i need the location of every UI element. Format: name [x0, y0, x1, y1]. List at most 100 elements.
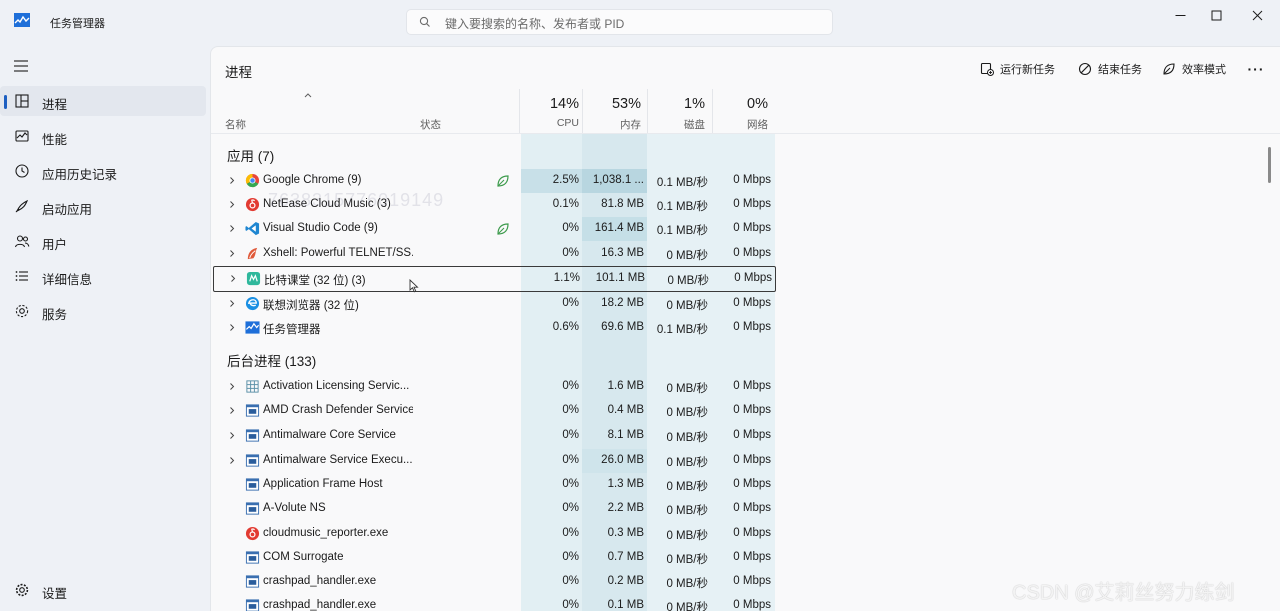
cpu-total-percent: 14%	[549, 96, 579, 112]
process-name: 任务管理器	[263, 324, 321, 336]
process-row-amd-crash-defender[interactable]: AMD Crash Defender Service 0% 0.4 MB 0 M…	[213, 399, 776, 423]
chevron-right-icon[interactable]	[228, 323, 236, 332]
window-app-icon	[245, 575, 260, 588]
disk-value: 0 MB/秒	[666, 554, 708, 566]
column-header-network[interactable]: 网络	[718, 117, 768, 132]
network-total-percent: 0%	[747, 96, 768, 112]
run-new-task-button[interactable]: 运行新任务	[980, 59, 1055, 79]
run-new-task-label: 运行新任务	[1000, 64, 1055, 76]
chevron-right-icon[interactable]	[228, 406, 236, 415]
chevron-right-icon[interactable]	[228, 176, 236, 185]
cpu-value: 0%	[562, 478, 579, 490]
cpu-value: 0%	[562, 247, 579, 259]
process-name: 比特课堂 (32 位) (3)	[264, 275, 366, 287]
process-row-vscode[interactable]: Visual Studio Code (9) 0% 161.4 MB 0.1 M…	[213, 217, 776, 241]
process-row-application-frame-host[interactable]: Application Frame Host 0% 1.3 MB 0 MB/秒 …	[213, 473, 776, 497]
sidebar-item-users[interactable]: 用户	[0, 226, 206, 256]
chevron-right-icon[interactable]	[228, 382, 236, 391]
maximize-icon	[1211, 10, 1221, 20]
process-name: crashpad_handler.exe	[263, 575, 377, 587]
memory-value: 16.3 MB	[601, 247, 644, 259]
process-row-crashpad-handler[interactable]: crashpad_handler.exe 0% 0.1 MB 0 MB/秒 0 …	[213, 594, 776, 611]
window-app-icon	[245, 454, 260, 467]
column-header-name[interactable]: 名称	[225, 117, 246, 132]
processes-panel: 进程 运行新任务 结束任务 效率模式 ··· 名称 状态 14% CPU 53%…	[210, 46, 1280, 611]
disk-total-percent: 1%	[684, 96, 705, 112]
maximize-button[interactable]	[1193, 3, 1239, 27]
sort-ascending-icon[interactable]	[303, 91, 313, 99]
vscode-icon	[245, 221, 260, 236]
xshell-icon	[247, 247, 258, 260]
column-header-status[interactable]: 状态	[420, 117, 441, 132]
memory-value: 69.6 MB	[601, 321, 644, 333]
network-value: 0 Mbps	[733, 478, 771, 490]
process-row-task-manager[interactable]: 任务管理器 0.6% 69.6 MB 0.1 MB/秒 0 Mbps	[213, 316, 776, 340]
process-row-antimalware-core[interactable]: Antimalware Core Service 0% 8.1 MB 0 MB/…	[213, 424, 776, 448]
column-header-cpu[interactable]: CPU	[529, 117, 579, 129]
process-name: Visual Studio Code (9)	[263, 222, 378, 234]
process-name: Activation Licensing Servic...	[263, 380, 410, 392]
group-title-background[interactable]: 后台进程 (133)	[227, 350, 316, 370]
network-value: 0 Mbps	[733, 198, 771, 210]
process-row-xshell[interactable]: Xshell: Powerful TELNET/SS... 0% 16.3 MB…	[213, 242, 776, 266]
process-row-a-volute-ns[interactable]: A-Volute NS 0% 2.2 MB 0 MB/秒 0 Mbps	[213, 497, 776, 521]
window-title: 任务管理器	[50, 18, 105, 30]
active-indicator	[4, 95, 7, 109]
network-value: 0 Mbps	[733, 404, 771, 416]
process-row-antimalware-exec[interactable]: Antimalware Service Execu... 0% 26.0 MB …	[213, 449, 776, 473]
memory-value: 1.3 MB	[607, 478, 644, 490]
process-row-bite-class-selected[interactable]: 比特课堂 (32 位) (3) 1.1% 101.1 MB 0 MB/秒 0 M…	[213, 266, 776, 292]
end-task-button[interactable]: 结束任务	[1078, 59, 1142, 79]
cpu-value: 0%	[562, 502, 579, 514]
sidebar-item-startup-apps[interactable]: 启动应用	[0, 191, 206, 221]
sidebar-item-app-history[interactable]: 应用历史记录	[0, 156, 206, 186]
chevron-right-icon[interactable]	[228, 249, 236, 258]
memory-value: 1,038.1 ...	[592, 174, 644, 186]
search-input[interactable]: 键入要搜索的名称、发布者或 PID	[406, 9, 833, 35]
disk-value: 0.1 MB/秒	[656, 324, 708, 336]
close-button[interactable]	[1234, 3, 1280, 27]
sidebar-item-details[interactable]: 详细信息	[0, 261, 206, 291]
netease-music-icon	[245, 526, 260, 541]
sidebar-item-processes[interactable]: 进程	[0, 86, 206, 116]
group-title-apps[interactable]: 应用 (7)	[227, 145, 274, 165]
cpu-value: 0%	[562, 454, 579, 466]
header-divider	[211, 133, 1280, 134]
column-header-memory[interactable]: 内存	[591, 117, 641, 132]
sidebar-item-services[interactable]: 服务	[0, 296, 206, 326]
gear-icon	[15, 583, 29, 597]
chevron-right-icon[interactable]	[228, 299, 236, 308]
mouse-cursor-icon	[409, 279, 419, 293]
disk-value: 0.1 MB/秒	[656, 177, 708, 189]
process-row-crashpad-handler[interactable]: crashpad_handler.exe 0% 0.2 MB 0 MB/秒 0 …	[213, 570, 776, 594]
scrollbar-thumb[interactable]	[1268, 147, 1271, 183]
memory-total-percent: 53%	[611, 96, 641, 112]
hamburger-menu-icon[interactable]	[14, 60, 28, 72]
chevron-right-icon[interactable]	[229, 274, 237, 283]
chevron-right-icon[interactable]	[228, 200, 236, 209]
efficiency-mode-button[interactable]: 效率模式	[1162, 59, 1226, 79]
process-row-cloudmusic-reporter[interactable]: cloudmusic_reporter.exe 0% 0.3 MB 0 MB/秒…	[213, 522, 776, 546]
process-row-activation-licensing[interactable]: Activation Licensing Servic... 0% 1.6 MB…	[213, 375, 776, 399]
chevron-right-icon[interactable]	[228, 224, 236, 233]
cpu-value: 0%	[562, 429, 579, 441]
process-row-com-surrogate[interactable]: COM Surrogate 0% 0.7 MB 0 MB/秒 0 Mbps	[213, 546, 776, 570]
column-header-disk[interactable]: 磁盘	[655, 117, 705, 132]
settings-button[interactable]: 设置	[0, 575, 206, 605]
chevron-right-icon[interactable]	[228, 431, 236, 440]
network-value: 0 Mbps	[734, 272, 772, 284]
process-name: crashpad_handler.exe	[263, 599, 377, 611]
sidebar-item-performance[interactable]: 性能	[0, 121, 206, 151]
grid-service-icon	[246, 380, 259, 393]
more-options-button[interactable]: ···	[1246, 59, 1266, 79]
network-value: 0 Mbps	[733, 599, 771, 611]
startup-apps-icon	[15, 199, 29, 213]
network-value: 0 Mbps	[733, 502, 771, 514]
process-row-lenovo-browser[interactable]: 联想浏览器 (32 位) 0% 18.2 MB 0 MB/秒 0 Mbps	[213, 292, 776, 316]
column-divider	[647, 89, 648, 133]
network-value: 0 Mbps	[733, 222, 771, 234]
chevron-right-icon[interactable]	[228, 456, 236, 465]
process-name: Antimalware Core Service	[263, 429, 396, 441]
sidebar-item-label: 服务	[42, 308, 68, 322]
network-value: 0 Mbps	[733, 429, 771, 441]
